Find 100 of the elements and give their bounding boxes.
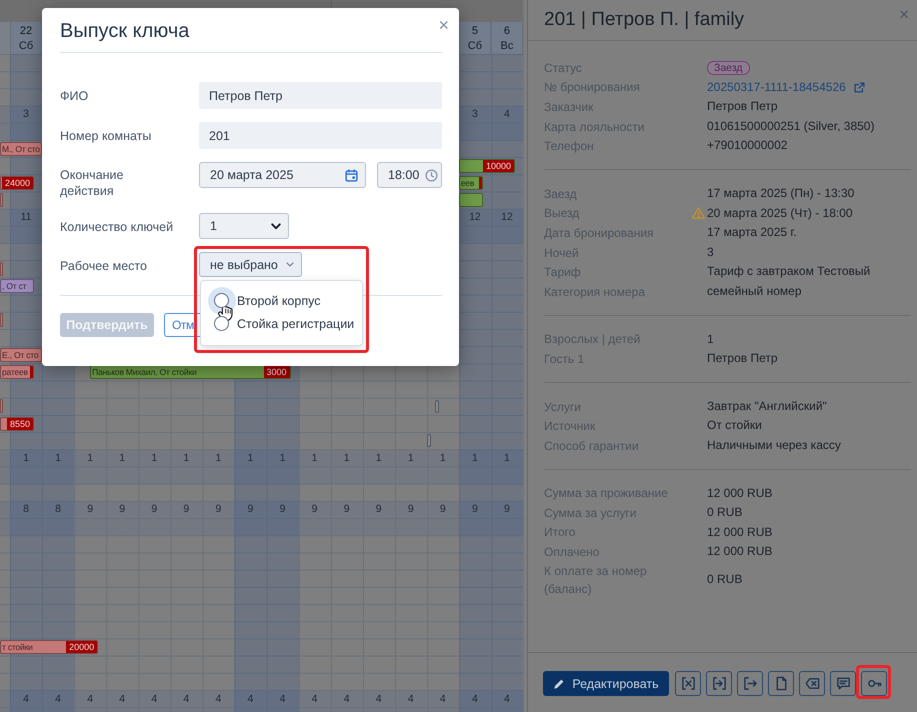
- availability-count: 1: [440, 452, 446, 464]
- availability-count: 4: [183, 692, 190, 705]
- field-label: ФИО: [60, 88, 88, 104]
- booking-bar[interactable]: ратеев: [0, 364, 34, 379]
- booking-bar[interactable]: Е., От сто: [0, 348, 42, 362]
- detail-value: семейный номер: [707, 282, 802, 300]
- time-field[interactable]: 18:00: [377, 162, 442, 188]
- detail-value: Тариф с завтраком Тестовый: [707, 263, 872, 280]
- booking-amount: 10000: [482, 160, 514, 172]
- availability-count: 9: [280, 503, 286, 516]
- detail-value: 20 марта 2025 (Чт) - 18:00: [707, 204, 854, 222]
- backspace-icon: [804, 676, 820, 691]
- booking-bar[interactable]: [458, 193, 483, 208]
- field-label: Рабочее место: [60, 258, 147, 274]
- guest-label: Е., От сто: [1, 348, 38, 361]
- availability-count: 4: [215, 692, 222, 705]
- guest-label: М., От сто: [1, 142, 40, 155]
- booking-title: 201 | Петров П. | family: [544, 8, 744, 32]
- booking-bar[interactable]: , От ст: [0, 279, 34, 294]
- booking-bar[interactable]: 8550: [0, 416, 34, 431]
- calendar-icon[interactable]: [345, 168, 358, 182]
- field-label: Количество ключей: [60, 219, 174, 235]
- detail-value: 1: [707, 330, 715, 348]
- availability-count: 1: [55, 452, 62, 464]
- availability-count: 4: [119, 692, 126, 705]
- dialog-title: Выпуск ключа: [60, 19, 190, 44]
- bracket-arrow-icon: [712, 676, 726, 691]
- availability-count: 1: [504, 452, 510, 464]
- capsule-icon: [426, 434, 431, 448]
- availability-count: 9: [183, 503, 190, 516]
- detail-value: 12 000 RUB: [707, 543, 774, 560]
- radio-button[interactable]: [214, 316, 229, 331]
- menu-option[interactable]: Стойка регистрации: [201, 312, 362, 335]
- day-number: 5: [472, 24, 478, 38]
- availability-count: 12: [501, 211, 513, 224]
- chevron-down-icon: [286, 262, 294, 267]
- availability-count: 4: [376, 692, 382, 705]
- availability-count: 9: [151, 503, 158, 516]
- clock-icon[interactable]: [425, 168, 438, 182]
- availability-count: 9: [312, 503, 318, 516]
- availability-count: 4: [280, 692, 286, 705]
- guest-label: Паньков Михаил, От стойки: [91, 366, 197, 378]
- detail-value: Наличными через кассу: [707, 436, 842, 454]
- availability-count: 4: [472, 692, 478, 705]
- date-field[interactable]: 20 марта 2025: [199, 162, 366, 188]
- chevron-down-icon: [271, 222, 281, 230]
- message-icon: [836, 676, 850, 691]
- day-number: 6: [504, 24, 510, 38]
- detail-value: 0 RUB: [707, 571, 744, 588]
- availability-count: 1: [183, 452, 190, 464]
- booking-bar[interactable]: еев: [458, 176, 483, 190]
- detail-value: 17 марта 2025 г.: [707, 224, 798, 242]
- availability-count: 9: [376, 503, 382, 516]
- detail-value: 0 RUB: [707, 504, 744, 522]
- document-button[interactable]: [768, 671, 794, 696]
- external-link-icon[interactable]: [854, 82, 865, 93]
- day-number: 22: [20, 24, 32, 38]
- availability-count: 4: [408, 692, 414, 705]
- availability-count: 1: [119, 452, 126, 464]
- availability-count: 1: [87, 452, 94, 464]
- booking-bar[interactable]: 10000: [458, 158, 515, 173]
- close-button[interactable]: ×: [436, 15, 451, 35]
- field-label: Окончание действия: [60, 167, 124, 199]
- document-icon: [774, 676, 788, 691]
- field-label: Номер комнаты: [60, 128, 152, 144]
- bracket-x-icon: [680, 676, 696, 691]
- availability-count: 4: [248, 692, 254, 705]
- availability-count: 4: [440, 692, 446, 705]
- availability-count: 3: [23, 108, 29, 120]
- key-button[interactable]: [861, 671, 887, 696]
- guest-label: еев: [460, 176, 474, 189]
- detail-value: 01061500000251 (Silver, 3850): [707, 118, 876, 135]
- bracket-x-button[interactable]: [675, 671, 701, 696]
- menu-option[interactable]: Второй корпус: [201, 289, 362, 312]
- availability-count: 1: [23, 452, 29, 464]
- booking-bar[interactable]: М., От сто: [0, 142, 42, 156]
- weekday-label: Вс: [500, 39, 514, 53]
- availability-count: 1: [151, 452, 158, 464]
- guest-label: , От ст: [1, 280, 26, 292]
- capsule-icon: [434, 400, 439, 413]
- exit-arrow-icon: [742, 676, 758, 691]
- workplace-dropdown[interactable]: не выбрано: [199, 252, 302, 277]
- input-field[interactable]: 201: [199, 122, 442, 149]
- availability-count: 8: [23, 503, 29, 516]
- detail-value: Петров Петр: [707, 350, 779, 368]
- edit-button[interactable]: Редактировать: [543, 671, 669, 696]
- detail-value: +79010000002: [707, 137, 788, 154]
- bracket-arrow-button[interactable]: [706, 671, 732, 696]
- input-field[interactable]: Петров Петр: [199, 82, 442, 109]
- backspace-button[interactable]: [799, 671, 825, 696]
- guest-label: т стойки: [1, 640, 33, 653]
- exit-arrow-button[interactable]: [737, 671, 763, 696]
- availability-count: 11: [20, 211, 32, 224]
- availability-count: 3: [472, 108, 478, 120]
- availability-count: 1: [344, 452, 350, 464]
- key-count-select[interactable]: 1: [199, 213, 289, 239]
- availability-count: 1: [472, 452, 478, 464]
- booking-bar[interactable]: т стойки 20000: [0, 640, 98, 654]
- availability-count: 4: [87, 692, 94, 705]
- message-button[interactable]: [830, 671, 856, 696]
